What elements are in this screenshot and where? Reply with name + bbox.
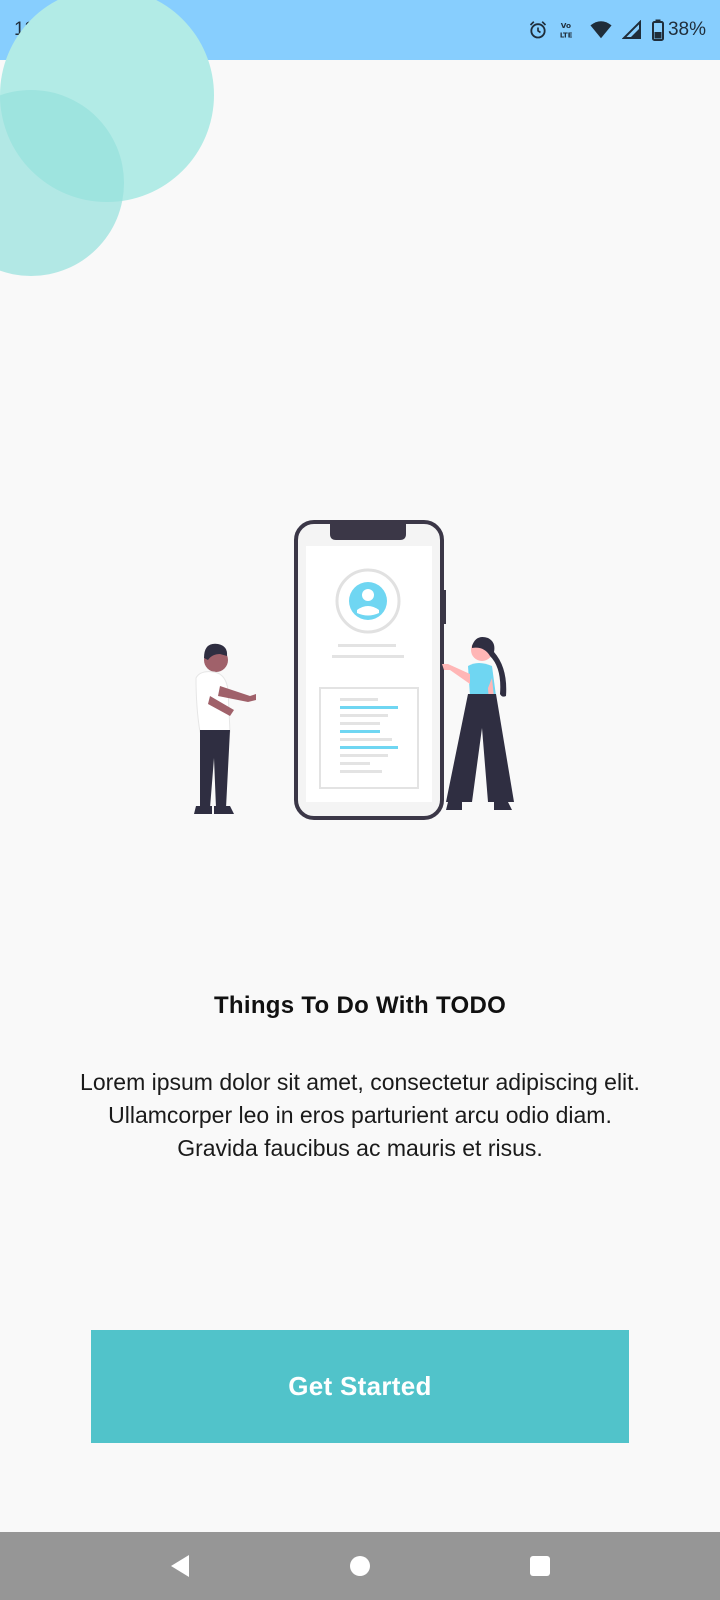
svg-text:Vo: Vo <box>561 21 571 30</box>
recents-icon <box>530 1556 550 1576</box>
system-nav-bar <box>0 1532 720 1600</box>
back-icon <box>171 1555 189 1577</box>
battery-percentage: 38% <box>667 19 706 40</box>
onboarding-screen: 13:45 <box>0 0 720 1600</box>
people-with-phone-illustration <box>190 518 530 828</box>
battery-icon <box>651 19 664 41</box>
get-started-button[interactable]: Get Started <box>91 1330 629 1443</box>
onboarding-title: Things To Do With TODO <box>213 992 507 1019</box>
phone-illustration <box>294 520 446 820</box>
recents-button[interactable] <box>510 1536 570 1596</box>
status-right: Vo LTE 38% <box>528 19 706 41</box>
volte-icon: Vo LTE <box>558 19 580 41</box>
signal-icon <box>621 20 642 40</box>
alarm-icon <box>528 20 548 40</box>
svg-text:LTE: LTE <box>560 31 573 39</box>
woman-figure <box>442 637 514 810</box>
back-button[interactable] <box>150 1536 210 1596</box>
onboarding-description: Lorem ipsum dolor sit amet, consectetur … <box>80 1069 640 1161</box>
man-figure <box>194 643 256 814</box>
home-button[interactable] <box>330 1536 390 1596</box>
home-icon <box>350 1556 370 1576</box>
wifi-icon <box>590 20 612 40</box>
